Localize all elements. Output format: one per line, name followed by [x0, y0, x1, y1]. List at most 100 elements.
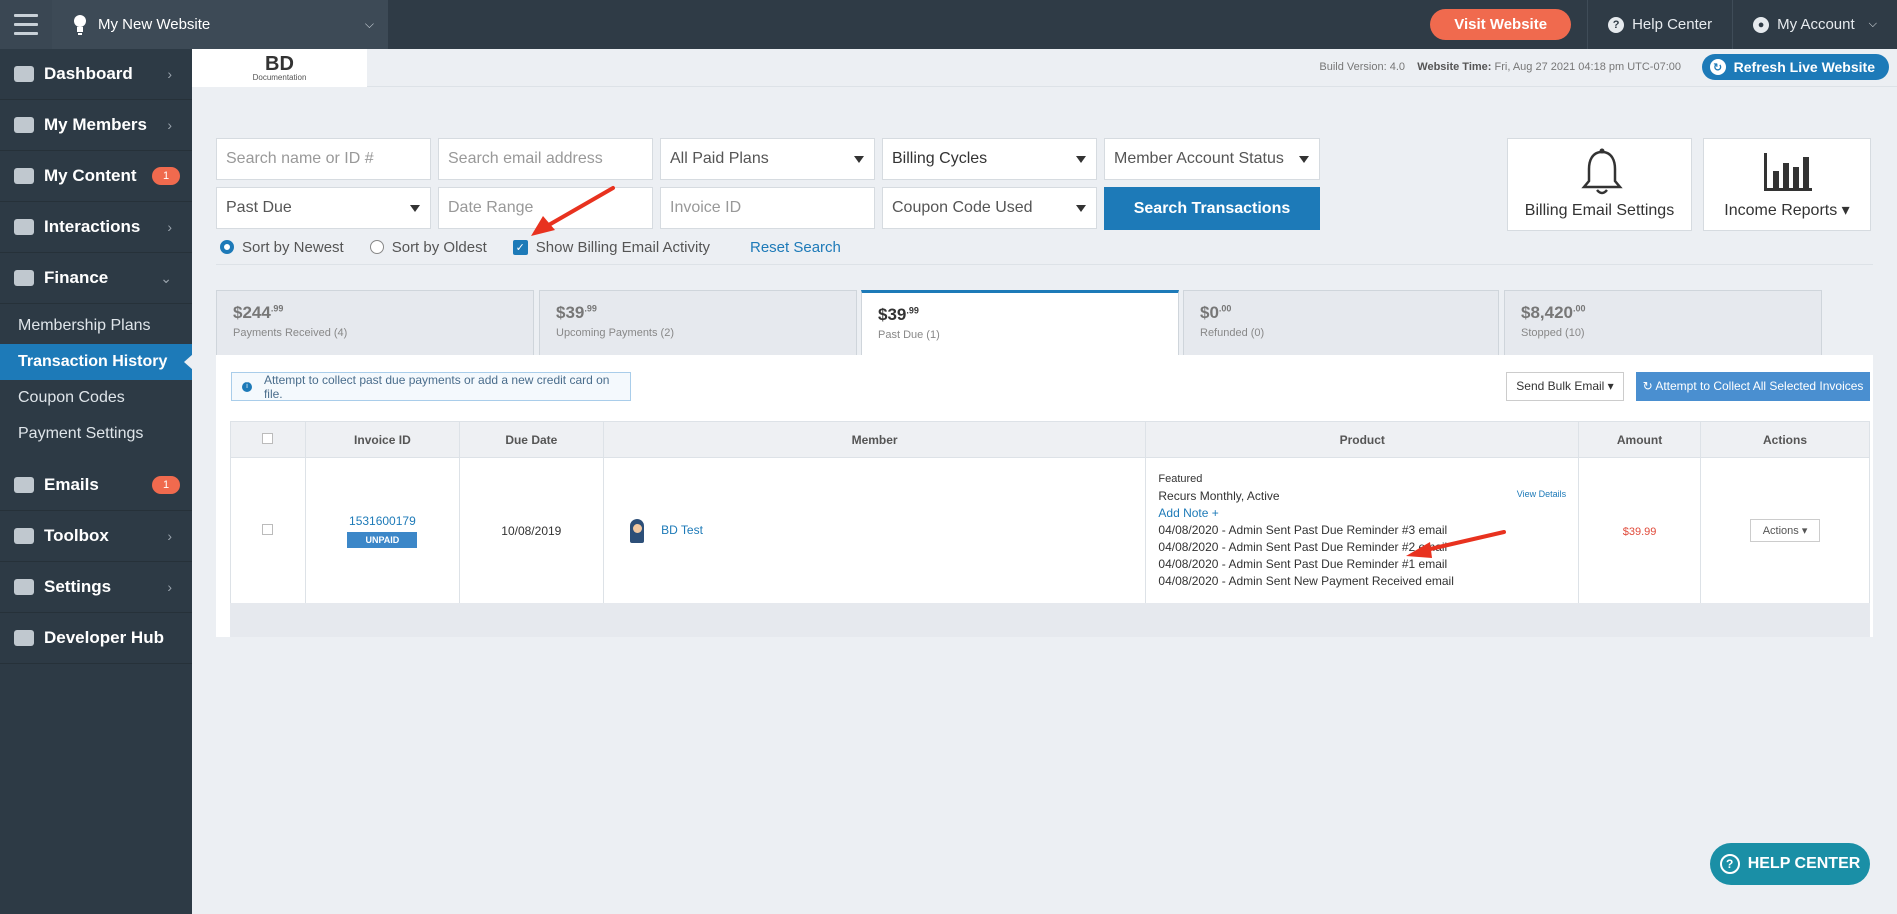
radio-unchecked-icon [369, 240, 384, 254]
chevron-right-icon: › [167, 579, 172, 595]
invoice-id-link[interactable]: 1531600179 [306, 514, 459, 528]
website-selector[interactable]: My New Website ⌵ [52, 0, 388, 49]
tab-label: Upcoming Payments (2) [556, 327, 674, 339]
member-link[interactable]: BD Test [661, 523, 703, 537]
column-header: Amount [1578, 421, 1702, 458]
collect-all-invoices-button[interactable]: ↻ Attempt to Collect All Selected Invoic… [1636, 372, 1870, 401]
build-label: Build Version: [1319, 61, 1387, 73]
submenu-item-transaction-history[interactable]: Transaction History [0, 344, 193, 380]
user-circle-icon: ● [1753, 16, 1770, 33]
caret-down-icon [1299, 156, 1309, 163]
help-center-float-button[interactable]: ? HELP CENTER [1710, 843, 1870, 885]
bar-chart-icon [1764, 153, 1812, 191]
column-header: Member [602, 421, 1147, 458]
tab-amount: $244.99 [233, 303, 284, 322]
sidebar: Dashboard › My Members › My Content 1 In… [0, 49, 193, 914]
tab-amount: $39.99 [878, 305, 919, 324]
menu-toggle-button[interactable] [0, 0, 52, 49]
my-account-label: My Account [1777, 16, 1855, 33]
header-strip: BD Documentation Build Version: 4.0 Webs… [192, 49, 1897, 87]
submenu-item-payment-settings[interactable]: Payment Settings [0, 416, 192, 452]
due-date-cell: 10/08/2019 [458, 457, 604, 604]
search-name-input[interactable]: Search name or ID # [216, 138, 431, 180]
sidebar-item-dashboard[interactable]: Dashboard › [0, 49, 192, 100]
refresh-icon: ↻ [1642, 379, 1653, 393]
sort-newest-label: Sort by Newest [242, 238, 344, 256]
sidebar-item-finance[interactable]: Finance ⌄ [0, 253, 192, 304]
sidebar-item-my-members[interactable]: My Members › [0, 100, 192, 151]
paid-plans-value: All Paid Plans [670, 150, 769, 167]
question-circle-icon: ? [1719, 854, 1740, 874]
chevron-right-icon: › [167, 528, 172, 544]
submenu-item-coupon-codes[interactable]: Coupon Codes [0, 380, 192, 416]
caret-down-icon [410, 205, 420, 212]
tab-past-due[interactable]: $39.99 Past Due (1) [861, 290, 1179, 355]
view-details-link[interactable]: View Details [1517, 486, 1566, 503]
account-status-select[interactable]: Member Account Status [1104, 138, 1320, 180]
chevron-down-icon: ⌄ [160, 269, 172, 286]
add-note-link[interactable]: Add Note + [1158, 505, 1578, 522]
status-select[interactable]: Past Due [216, 187, 431, 229]
help-center-float-label: HELP CENTER [1747, 855, 1861, 872]
column-header: Product [1145, 421, 1580, 458]
comments-icon [14, 219, 34, 235]
reset-search-link[interactable]: Reset Search [750, 239, 841, 256]
site-logo[interactable]: BD Documentation [192, 49, 367, 87]
actions-cell: Actions ▾ [1700, 457, 1870, 604]
date-range-input[interactable]: Date Range [438, 187, 653, 229]
paid-plans-select[interactable]: All Paid Plans [660, 138, 875, 180]
refresh-live-website-button[interactable]: ↻ Refresh Live Website [1701, 54, 1889, 80]
tab-label: Past Due (1) [878, 329, 940, 341]
search-email-input[interactable]: Search email address [438, 138, 653, 180]
billing-cycles-select[interactable]: Billing Cycles [882, 138, 1097, 180]
logo-subtext: Documentation [252, 72, 307, 82]
invoice-id-input[interactable]: Invoice ID [660, 187, 875, 229]
tab-refunded[interactable]: $0.00 Refunded (0) [1183, 290, 1499, 355]
transactions-table: Invoice ID Due Date Member Product Amoun… [230, 421, 1870, 604]
pie-chart-icon [14, 270, 34, 286]
bell-icon [1581, 148, 1623, 195]
sort-newest-radio[interactable]: Sort by Newest [220, 239, 344, 256]
sidebar-item-toolbox[interactable]: Toolbox › [0, 511, 192, 562]
sidebar-item-interactions[interactable]: Interactions › [0, 202, 192, 253]
activity-entry: 04/08/2020 - Admin Sent Past Due Reminde… [1158, 557, 1448, 571]
chevron-down-icon: ⌵ [364, 17, 374, 31]
grid-icon [14, 630, 34, 646]
chevron-right-icon: › [167, 219, 172, 235]
sidebar-item-emails[interactable]: Emails 1 [0, 460, 192, 511]
account-status-value: Member Account Status [1114, 150, 1284, 167]
search-transactions-button[interactable]: Search Transactions [1104, 187, 1320, 230]
transactions-panel: i Attempt to collect past due payments o… [216, 355, 1873, 637]
hamburger-icon [14, 11, 38, 38]
coupon-code-select[interactable]: Coupon Code Used [882, 187, 1097, 229]
visit-website-button[interactable]: Visit Website [1430, 9, 1572, 40]
income-reports-button[interactable]: Income Reports ▾ [1703, 138, 1871, 231]
select-all-checkbox[interactable] [262, 432, 274, 444]
tab-amount: $39.99 [556, 303, 597, 322]
tab-payments-received[interactable]: $244.99 Payments Received (4) [216, 290, 534, 355]
chevron-down-icon: ⌵ [1868, 18, 1877, 30]
notification-badge: 1 [152, 476, 180, 494]
my-account-menu[interactable]: ● My Account ⌵ [1732, 0, 1897, 49]
send-bulk-email-button[interactable]: Send Bulk Email ▾ [1506, 372, 1624, 401]
sort-oldest-radio[interactable]: Sort by Oldest [369, 239, 487, 256]
inbox-icon [14, 477, 34, 493]
tab-stopped[interactable]: $8,420.00 Stopped (10) [1504, 290, 1822, 355]
invoice-id-cell: 1531600179 UNPAID [304, 457, 460, 604]
tab-upcoming-payments[interactable]: $39.99 Upcoming Payments (2) [539, 290, 857, 355]
actions-dropdown[interactable]: Actions ▾ [1749, 519, 1821, 542]
sidebar-item-settings[interactable]: Settings › [0, 562, 192, 613]
info-alert: i Attempt to collect past due payments o… [231, 372, 631, 401]
row-checkbox[interactable] [262, 523, 274, 535]
avatar [629, 518, 644, 543]
show-billing-email-checkbox[interactable]: ✓ Show Billing Email Activity [512, 239, 710, 256]
build-value: 4.0 [1389, 61, 1406, 73]
sidebar-item-my-content[interactable]: My Content 1 [0, 151, 192, 202]
sidebar-item-label: Settings [44, 577, 112, 596]
help-center-link[interactable]: ? Help Center [1587, 0, 1732, 49]
submenu-item-membership-plans[interactable]: Membership Plans [0, 308, 192, 344]
billing-email-settings-button[interactable]: Billing Email Settings [1507, 138, 1692, 231]
product-name: Featured [1158, 473, 1203, 485]
sidebar-item-developer-hub[interactable]: Developer Hub [0, 613, 192, 664]
sidebar-item-label: Finance [44, 268, 109, 287]
